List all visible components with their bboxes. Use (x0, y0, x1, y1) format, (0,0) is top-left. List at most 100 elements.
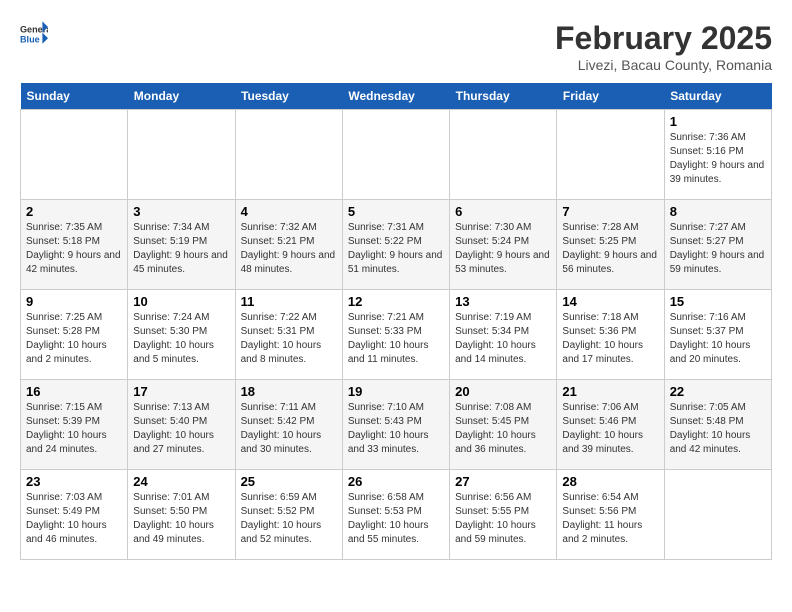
day-info: Sunrise: 7:28 AM Sunset: 5:25 PM Dayligh… (562, 221, 658, 277)
weekday-header-friday: Friday (557, 83, 664, 110)
calendar-cell: 14 Sunrise: 7:18 AM Sunset: 5:36 PM Dayli… (557, 290, 664, 380)
page-header: General Blue February 2025 Livezi, Bacau… (20, 20, 772, 73)
calendar-header: SundayMondayTuesdayWednesdayThursdayFrid… (21, 83, 772, 110)
calendar-cell: 21 Sunrise: 7:06 AM Sunset: 5:46 PM Dayli… (557, 380, 664, 470)
title-block: February 2025 Livezi, Bacau County, Roma… (555, 20, 772, 73)
day-number: 19 (348, 384, 444, 399)
calendar-cell (450, 110, 557, 200)
calendar-cell: 2 Sunrise: 7:35 AM Sunset: 5:18 PM Daylig… (21, 200, 128, 290)
calendar-cell: 17 Sunrise: 7:13 AM Sunset: 5:40 PM Dayli… (128, 380, 235, 470)
calendar-cell: 9 Sunrise: 7:25 AM Sunset: 5:28 PM Daylig… (21, 290, 128, 380)
day-info: Sunrise: 7:30 AM Sunset: 5:24 PM Dayligh… (455, 221, 551, 277)
day-number: 2 (26, 204, 122, 219)
day-info: Sunrise: 7:05 AM Sunset: 5:48 PM Dayligh… (670, 401, 766, 457)
day-info: Sunrise: 7:06 AM Sunset: 5:46 PM Dayligh… (562, 401, 658, 457)
weekday-header-monday: Monday (128, 83, 235, 110)
day-number: 11 (241, 294, 337, 309)
day-number: 13 (455, 294, 551, 309)
day-number: 15 (670, 294, 766, 309)
calendar-cell: 27 Sunrise: 6:56 AM Sunset: 5:55 PM Dayli… (450, 470, 557, 560)
weekday-header-saturday: Saturday (664, 83, 771, 110)
day-number: 28 (562, 474, 658, 489)
day-number: 18 (241, 384, 337, 399)
calendar-cell: 20 Sunrise: 7:08 AM Sunset: 5:45 PM Dayli… (450, 380, 557, 470)
day-info: Sunrise: 6:59 AM Sunset: 5:52 PM Dayligh… (241, 491, 337, 547)
svg-text:Blue: Blue (20, 34, 40, 44)
day-number: 26 (348, 474, 444, 489)
day-info: Sunrise: 6:56 AM Sunset: 5:55 PM Dayligh… (455, 491, 551, 547)
day-number: 17 (133, 384, 229, 399)
calendar-cell: 8Sunrise: 7:27 AM Sunset: 5:27 PM Daylig… (664, 200, 771, 290)
weekday-header-tuesday: Tuesday (235, 83, 342, 110)
day-number: 24 (133, 474, 229, 489)
calendar-cell (21, 110, 128, 200)
day-info: Sunrise: 7:11 AM Sunset: 5:42 PM Dayligh… (241, 401, 337, 457)
day-info: Sunrise: 6:54 AM Sunset: 5:56 PM Dayligh… (562, 491, 658, 547)
calendar-cell: 12Sunrise: 7:21 AM Sunset: 5:33 PM Dayli… (342, 290, 449, 380)
day-info: Sunrise: 7:10 AM Sunset: 5:43 PM Dayligh… (348, 401, 444, 457)
day-info: Sunrise: 7:35 AM Sunset: 5:18 PM Dayligh… (26, 221, 122, 277)
calendar-cell: 10 Sunrise: 7:24 AM Sunset: 5:30 PM Dayli… (128, 290, 235, 380)
day-number: 23 (26, 474, 122, 489)
day-number: 9 (26, 294, 122, 309)
logo: General Blue (20, 20, 48, 48)
day-number: 20 (455, 384, 551, 399)
day-info: Sunrise: 7:08 AM Sunset: 5:45 PM Dayligh… (455, 401, 551, 457)
calendar-cell: 23Sunrise: 7:03 AM Sunset: 5:49 PM Dayli… (21, 470, 128, 560)
day-number: 10 (133, 294, 229, 309)
calendar-cell (342, 110, 449, 200)
day-info: Sunrise: 7:01 AM Sunset: 5:50 PM Dayligh… (133, 491, 229, 547)
day-number: 8 (670, 204, 766, 219)
calendar-cell (664, 470, 771, 560)
weekday-header-thursday: Thursday (450, 83, 557, 110)
calendar-cell: 15 Sunrise: 7:16 AM Sunset: 5:37 PM Dayli… (664, 290, 771, 380)
day-info: Sunrise: 7:24 AM Sunset: 5:30 PM Dayligh… (133, 311, 229, 367)
day-number: 6 (455, 204, 551, 219)
calendar-cell: 22 Sunrise: 7:05 AM Sunset: 5:48 PM Dayli… (664, 380, 771, 470)
calendar-cell: 7 Sunrise: 7:28 AM Sunset: 5:25 PM Daylig… (557, 200, 664, 290)
calendar-cell: 16 Sunrise: 7:15 AM Sunset: 5:39 PM Dayli… (21, 380, 128, 470)
calendar-cell: 28 Sunrise: 6:54 AM Sunset: 5:56 PM Dayli… (557, 470, 664, 560)
calendar-cell: 11 Sunrise: 7:22 AM Sunset: 5:31 PM Dayli… (235, 290, 342, 380)
day-info: Sunrise: 7:22 AM Sunset: 5:31 PM Dayligh… (241, 311, 337, 367)
calendar-cell: 24 Sunrise: 7:01 AM Sunset: 5:50 PM Dayli… (128, 470, 235, 560)
day-number: 4 (241, 204, 337, 219)
day-info: Sunrise: 7:16 AM Sunset: 5:37 PM Dayligh… (670, 311, 766, 367)
calendar-title: February 2025 (555, 20, 772, 57)
day-info: Sunrise: 7:31 AM Sunset: 5:22 PM Dayligh… (348, 221, 444, 277)
calendar-table: SundayMondayTuesdayWednesdayThursdayFrid… (20, 83, 772, 560)
calendar-cell (557, 110, 664, 200)
day-info: Sunrise: 7:36 AM Sunset: 5:16 PM Dayligh… (670, 131, 766, 187)
calendar-cell: 6 Sunrise: 7:30 AM Sunset: 5:24 PM Daylig… (450, 200, 557, 290)
day-info: Sunrise: 7:19 AM Sunset: 5:34 PM Dayligh… (455, 311, 551, 367)
day-info: Sunrise: 7:15 AM Sunset: 5:39 PM Dayligh… (26, 401, 122, 457)
day-info: Sunrise: 7:32 AM Sunset: 5:21 PM Dayligh… (241, 221, 337, 277)
calendar-cell: 18 Sunrise: 7:11 AM Sunset: 5:42 PM Dayli… (235, 380, 342, 470)
calendar-cell: 19 Sunrise: 7:10 AM Sunset: 5:43 PM Dayli… (342, 380, 449, 470)
day-info: Sunrise: 7:18 AM Sunset: 5:36 PM Dayligh… (562, 311, 658, 367)
day-info: Sunrise: 6:58 AM Sunset: 5:53 PM Dayligh… (348, 491, 444, 547)
calendar-cell (235, 110, 342, 200)
day-info: Sunrise: 7:21 AM Sunset: 5:33 PM Dayligh… (348, 311, 444, 367)
day-number: 14 (562, 294, 658, 309)
day-info: Sunrise: 7:25 AM Sunset: 5:28 PM Dayligh… (26, 311, 122, 367)
day-number: 22 (670, 384, 766, 399)
calendar-cell: 25Sunrise: 6:59 AM Sunset: 5:52 PM Dayli… (235, 470, 342, 560)
weekday-header-wednesday: Wednesday (342, 83, 449, 110)
day-number: 3 (133, 204, 229, 219)
day-info: Sunrise: 7:34 AM Sunset: 5:19 PM Dayligh… (133, 221, 229, 277)
day-number: 5 (348, 204, 444, 219)
calendar-cell: 3 Sunrise: 7:34 AM Sunset: 5:19 PM Daylig… (128, 200, 235, 290)
calendar-cell: 1 Sunrise: 7:36 AM Sunset: 5:16 PM Daylig… (664, 110, 771, 200)
day-number: 16 (26, 384, 122, 399)
day-number: 1 (670, 114, 766, 129)
day-number: 7 (562, 204, 658, 219)
day-number: 21 (562, 384, 658, 399)
calendar-cell: 13 Sunrise: 7:19 AM Sunset: 5:34 PM Dayli… (450, 290, 557, 380)
weekday-header-sunday: Sunday (21, 83, 128, 110)
day-info: Sunrise: 7:13 AM Sunset: 5:40 PM Dayligh… (133, 401, 229, 457)
calendar-subtitle: Livezi, Bacau County, Romania (555, 57, 772, 73)
calendar-cell: 4 Sunrise: 7:32 AM Sunset: 5:21 PM Daylig… (235, 200, 342, 290)
calendar-cell: 5 Sunrise: 7:31 AM Sunset: 5:22 PM Daylig… (342, 200, 449, 290)
day-number: 27 (455, 474, 551, 489)
